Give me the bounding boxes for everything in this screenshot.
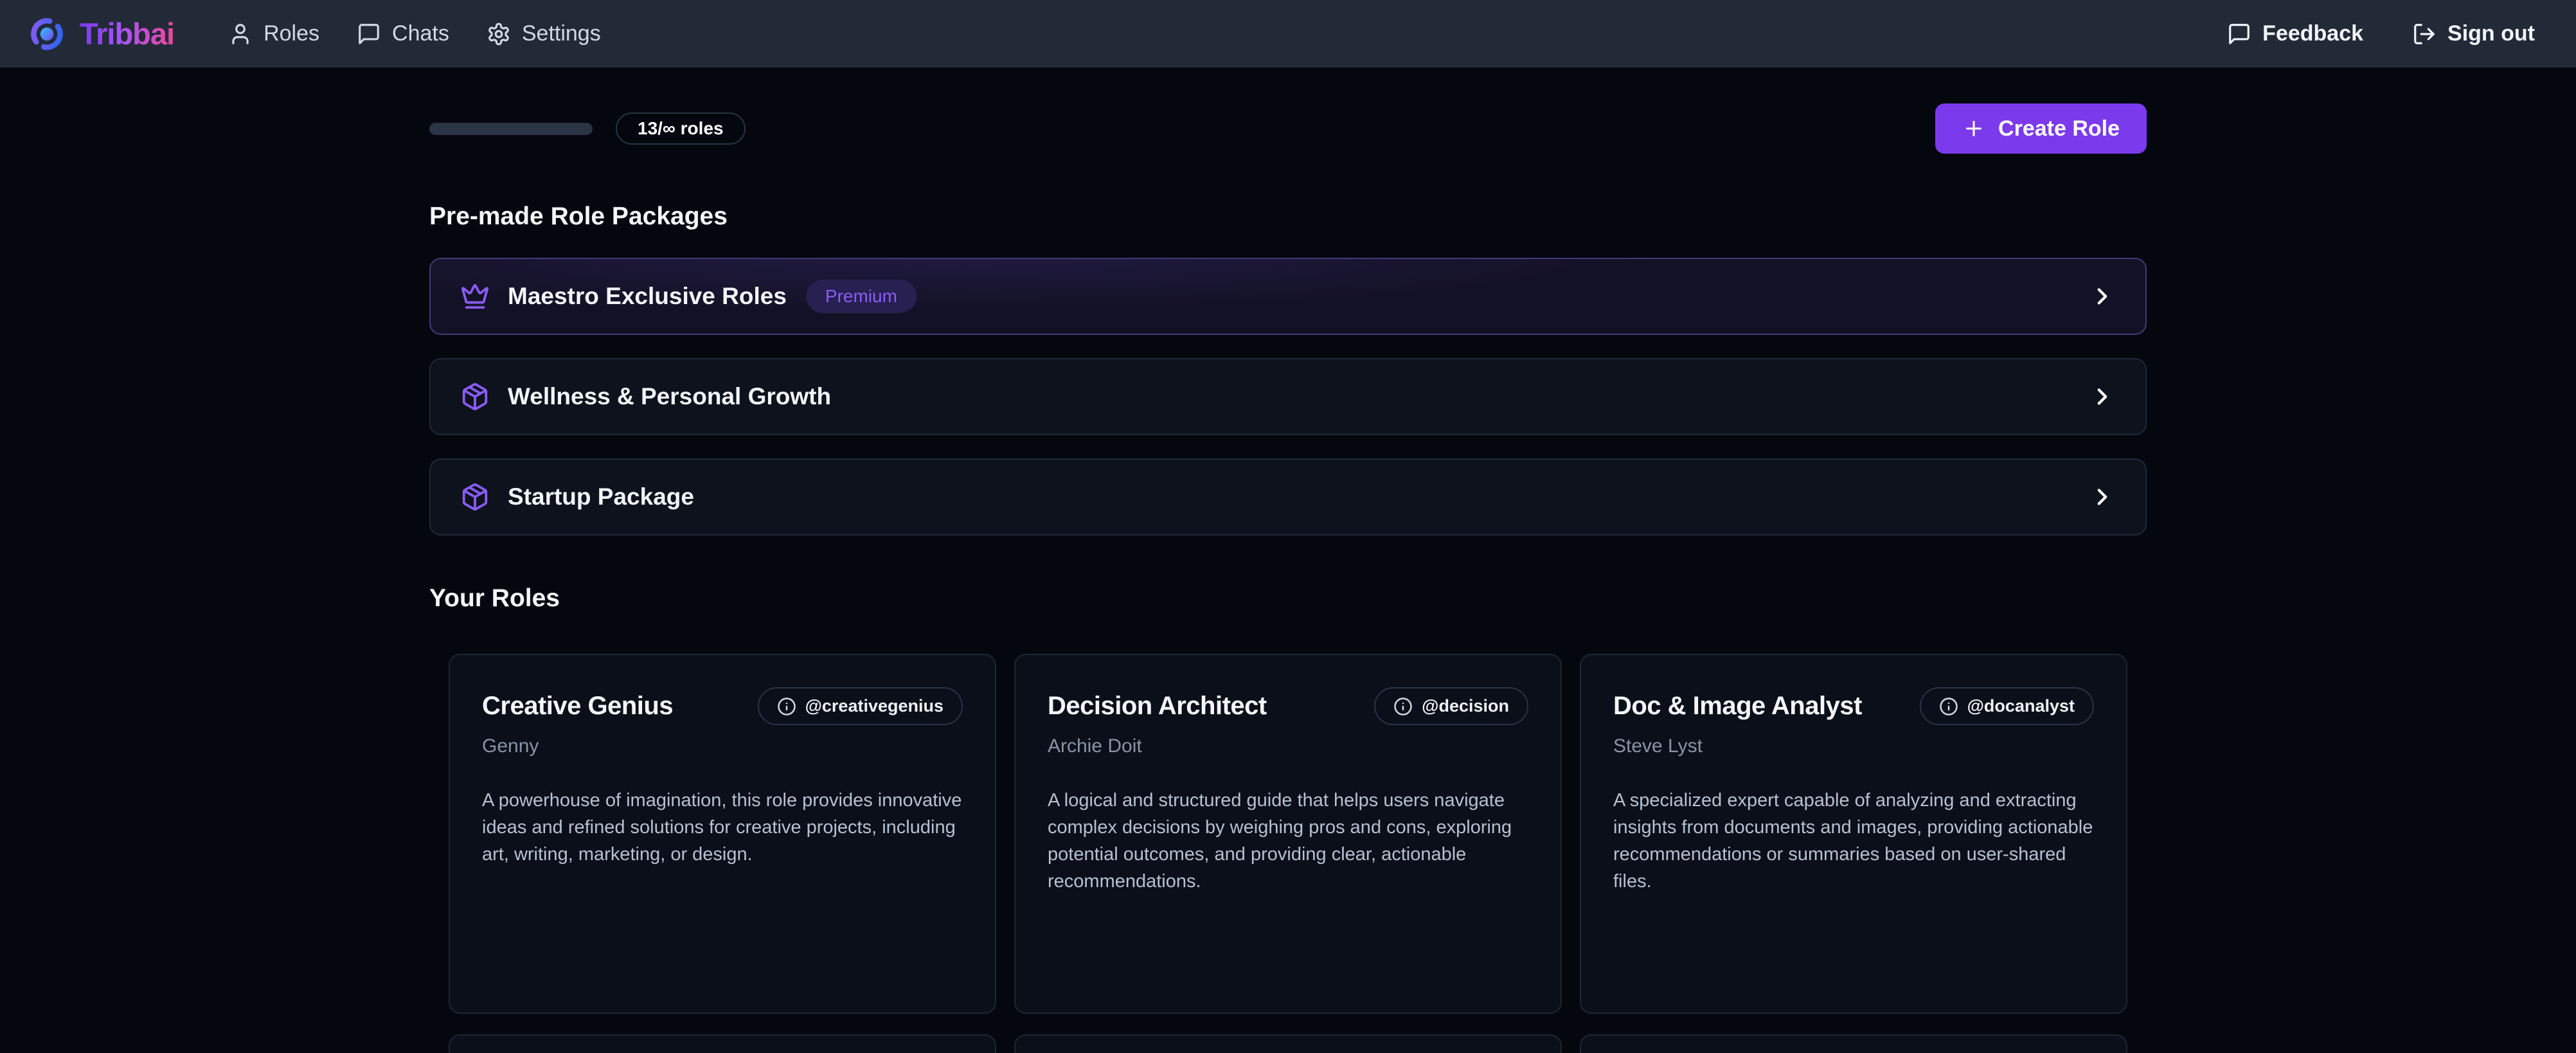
role-cards-wrap: Creative Genius @creativegenius Genny A … <box>429 654 2147 1053</box>
brand-name: Tribbai <box>80 16 174 51</box>
roles-usage-progress <box>429 123 593 135</box>
role-cards-grid: Creative Genius @creativegenius Genny A … <box>449 654 2127 1053</box>
card-head: Creative Genius @creativegenius <box>482 687 963 725</box>
role-card-creative-genius[interactable]: Creative Genius @creativegenius Genny A … <box>449 654 996 1014</box>
info-icon <box>1393 697 1413 716</box>
brand-logo[interactable]: Tribbai <box>28 15 174 53</box>
role-handle: @docanalyst <box>1967 696 2075 716</box>
role-card-subtitle: Steve Lyst <box>1613 735 2094 757</box>
chevron-right-icon <box>2089 383 2116 410</box>
roles-page: 13/∞ roles Create Role Pre-made Role Pac… <box>429 104 2147 1053</box>
sign-out-button[interactable]: Sign out <box>2412 21 2535 46</box>
navbar-right: Feedback Sign out <box>2227 21 2535 46</box>
package-row-wellness[interactable]: Wellness & Personal Growth <box>429 358 2147 435</box>
nav-label: Settings <box>522 21 601 46</box>
package-icon <box>460 482 490 512</box>
navbar: Tribbai Roles Chats Settings <box>0 0 2576 68</box>
crown-icon <box>460 282 490 311</box>
chevron-right-icon <box>2089 283 2116 310</box>
role-card-doc-image-analyst[interactable]: Doc & Image Analyst @docanalyst Steve Ly… <box>1580 654 2127 1014</box>
chevron-right-icon <box>2089 483 2116 510</box>
nav-item-chats[interactable]: Chats <box>357 21 449 46</box>
card-head: Decision Architect @decision <box>1048 687 1528 725</box>
plus-icon <box>1962 117 1985 140</box>
role-card-description: A specialized expert capable of analyzin… <box>1613 787 2094 895</box>
role-card[interactable] <box>1580 1034 2127 1053</box>
role-card-decision-architect[interactable]: Decision Architect @decision Archie Doit… <box>1014 654 1562 1014</box>
role-card-description: A logical and structured guide that help… <box>1048 787 1528 895</box>
role-card-description: A powerhouse of imagination, this role p… <box>482 787 963 868</box>
role-handle-pill[interactable]: @docanalyst <box>1920 687 2094 725</box>
chat-icon <box>2227 22 2251 46</box>
feedback-button[interactable]: Feedback <box>2227 21 2363 46</box>
tribbai-logo-icon <box>28 15 66 53</box>
role-card-title: Creative Genius <box>482 692 673 721</box>
your-roles-section-title: Your Roles <box>429 584 2147 613</box>
role-handle: @creativegenius <box>805 696 944 716</box>
role-card-title: Doc & Image Analyst <box>1613 692 1862 721</box>
premium-badge: Premium <box>806 280 917 313</box>
role-card-subtitle: Genny <box>482 735 963 757</box>
roles-topbar: 13/∞ roles Create Role <box>429 104 2147 154</box>
chat-icon <box>357 22 381 46</box>
package-title: Maestro Exclusive Roles <box>508 283 787 310</box>
nav-label: Roles <box>264 21 319 46</box>
role-handle: @decision <box>1422 696 1509 716</box>
roles-usage-badge: 13/∞ roles <box>616 113 746 145</box>
info-icon <box>1939 697 1958 716</box>
info-icon <box>777 697 796 716</box>
nav-item-settings[interactable]: Settings <box>487 21 601 46</box>
role-handle-pill[interactable]: @decision <box>1374 687 1528 725</box>
role-card[interactable] <box>449 1034 996 1053</box>
gear-icon <box>487 22 511 46</box>
package-title: Startup Package <box>508 483 694 510</box>
nav-label: Sign out <box>2447 21 2535 46</box>
create-role-button[interactable]: Create Role <box>1935 104 2147 154</box>
create-role-label: Create Role <box>1998 116 2120 141</box>
role-handle-pill[interactable]: @creativegenius <box>758 687 963 725</box>
role-card[interactable] <box>1014 1034 1562 1053</box>
nav-label: Chats <box>392 21 449 46</box>
package-icon <box>460 382 490 411</box>
package-row-maestro[interactable]: Maestro Exclusive Roles Premium <box>429 258 2147 335</box>
logout-icon <box>2412 22 2437 46</box>
nav-label: Feedback <box>2262 21 2363 46</box>
package-title: Wellness & Personal Growth <box>508 383 831 410</box>
nav-item-roles[interactable]: Roles <box>228 21 319 46</box>
packages-section-title: Pre-made Role Packages <box>429 203 2147 231</box>
role-card-subtitle: Archie Doit <box>1048 735 1528 757</box>
role-card-title: Decision Architect <box>1048 692 1267 721</box>
user-icon <box>228 22 253 46</box>
package-row-startup[interactable]: Startup Package <box>429 458 2147 536</box>
card-head: Doc & Image Analyst @docanalyst <box>1613 687 2094 725</box>
